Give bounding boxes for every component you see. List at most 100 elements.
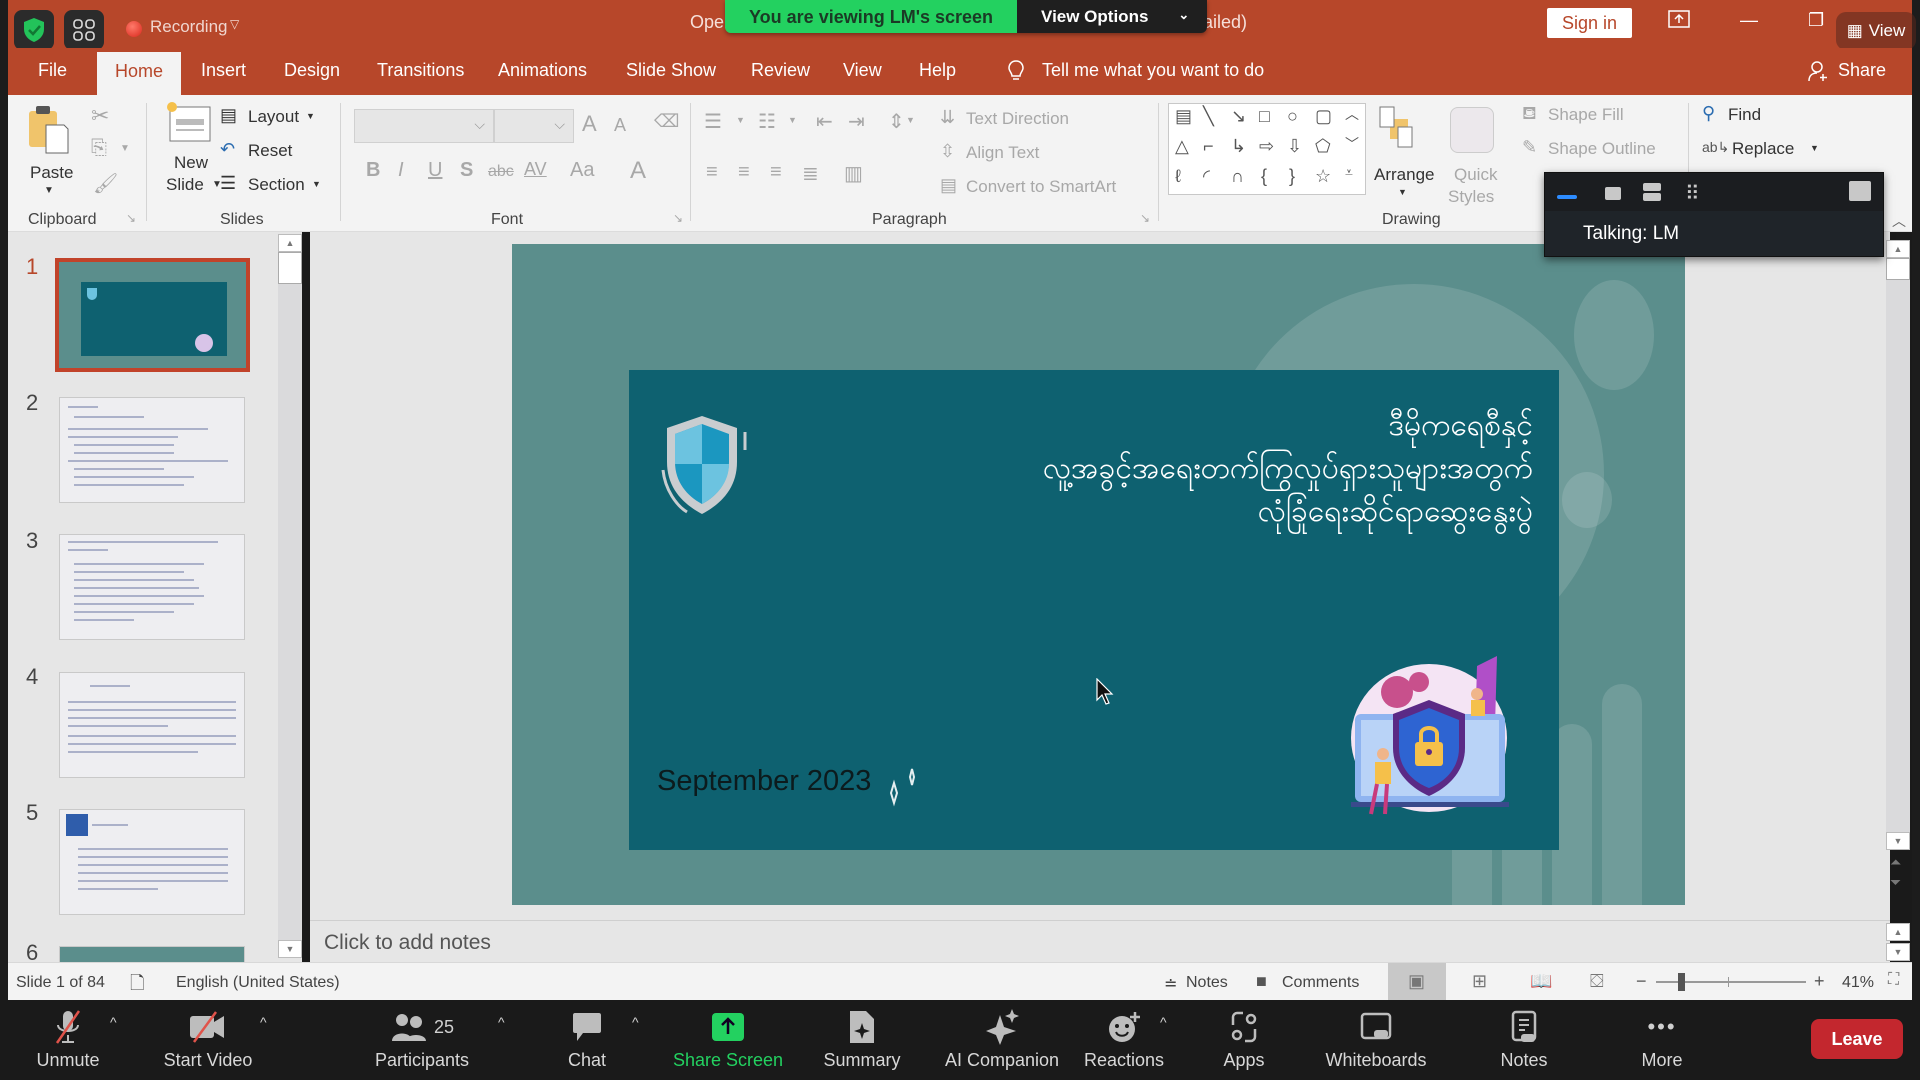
- arrow-line-shape-icon[interactable]: ↘: [1231, 106, 1246, 127]
- participants-options-caret-icon[interactable]: ^: [498, 1014, 505, 1030]
- tell-me-search[interactable]: Tell me what you want to do: [1008, 60, 1264, 87]
- participants-button[interactable]: 25 Participants: [362, 1008, 482, 1071]
- italic-button[interactable]: I: [398, 159, 404, 182]
- video-options-caret-icon[interactable]: ^: [260, 1014, 267, 1030]
- zoom-percent[interactable]: 41%: [1842, 974, 1874, 992]
- justify-button[interactable]: ≣: [802, 161, 819, 186]
- convert-smartart-button[interactable]: ▤ Convert to SmartArt: [940, 175, 1150, 201]
- slide-scrollbar[interactable]: ▲ ▼: [1886, 240, 1910, 850]
- gallery-more-icon[interactable]: ⩡: [1345, 164, 1353, 181]
- reset-button[interactable]: ↶ Reset: [220, 139, 320, 165]
- clear-formatting-icon[interactable]: ⌫: [654, 111, 679, 132]
- underline-button[interactable]: U: [428, 159, 442, 182]
- language-indicator[interactable]: English (United States): [176, 974, 340, 992]
- shape-outline-button[interactable]: ✎ Shape Outline: [1522, 137, 1672, 163]
- right-arrow-shape-icon[interactable]: ⇨: [1259, 136, 1274, 157]
- new-slide-button[interactable]: New Slide ▼: [166, 101, 226, 211]
- oval-shape-icon[interactable]: ○: [1287, 106, 1298, 127]
- section-button[interactable]: ☰ Section ▼: [220, 173, 330, 199]
- comments-toggle-button[interactable]: ■ Comments: [1256, 963, 1366, 1001]
- notes-pane[interactable]: Click to add notes ▲ ▼: [310, 920, 1910, 962]
- cut-icon[interactable]: ✂: [91, 103, 109, 129]
- chat-button[interactable]: Chat: [527, 1008, 647, 1071]
- zoom-security-button[interactable]: [14, 10, 54, 50]
- columns-button[interactable]: ▥: [844, 161, 863, 186]
- font-launcher-icon[interactable]: ↘: [673, 211, 683, 225]
- shrink-font-button[interactable]: A: [614, 115, 626, 136]
- line-spacing-button[interactable]: ⇕: [888, 109, 905, 134]
- copy-dropdown-icon[interactable]: ▼: [120, 143, 130, 154]
- notes-scroll-down-icon[interactable]: ▼: [1886, 943, 1910, 961]
- slide-date[interactable]: September 2023: [657, 765, 871, 798]
- share-screen-button[interactable]: Share Screen: [668, 1008, 788, 1071]
- star-shape-icon[interactable]: ☆: [1315, 166, 1331, 187]
- scroll-up-icon[interactable]: ▲: [278, 234, 302, 252]
- gallery-scroll-down-icon[interactable]: ﹀: [1345, 134, 1359, 154]
- ai-companion-button[interactable]: AI Companion: [932, 1008, 1072, 1071]
- font-size-combobox[interactable]: ⌵: [494, 109, 574, 143]
- numbering-dropdown-icon[interactable]: ▼: [788, 115, 797, 125]
- zoom-out-icon[interactable]: −: [1636, 971, 1647, 992]
- view-options-button[interactable]: View Options ⌄: [1017, 0, 1208, 33]
- recording-label[interactable]: Recording: [150, 17, 228, 37]
- pop-out-icon[interactable]: [1849, 181, 1871, 201]
- zoom-slider[interactable]: [1656, 973, 1806, 991]
- triangle-shape-icon[interactable]: △: [1175, 136, 1189, 157]
- slide-show-view-icon[interactable]: ⛋: [1590, 971, 1604, 992]
- change-case-button[interactable]: Aa: [570, 159, 594, 182]
- text-direction-button[interactable]: ⇊ Text Direction: [940, 107, 1100, 133]
- text-shadow-button[interactable]: S: [460, 159, 473, 182]
- tab-help[interactable]: Help: [919, 60, 956, 81]
- elbow-arrow-shape-icon[interactable]: ↳: [1231, 136, 1246, 157]
- replace-button[interactable]: ab↳ Replace ▼: [1702, 137, 1832, 163]
- slide-thumbnail-1[interactable]: [55, 258, 250, 372]
- gallery-scroll-up-icon[interactable]: ︿: [1345, 104, 1359, 124]
- notes-button[interactable]: Notes: [1464, 1008, 1584, 1071]
- text-box-shape-icon[interactable]: ▤: [1175, 106, 1192, 127]
- share-button[interactable]: Share: [1808, 60, 1886, 87]
- next-slide-icon[interactable]: ⏷: [1890, 874, 1901, 891]
- speaker-view-icon[interactable]: [1605, 187, 1621, 200]
- paragraph-launcher-icon[interactable]: ↘: [1140, 211, 1150, 225]
- right-brace-shape-icon[interactable]: }: [1289, 166, 1295, 187]
- arrange-button[interactable]: Arrange ▼: [1374, 105, 1438, 215]
- quick-styles-button[interactable]: Quick Styles: [1444, 105, 1504, 215]
- zoom-slider-handle[interactable]: [1678, 973, 1685, 991]
- format-painter-icon[interactable]: 🖌: [93, 171, 118, 196]
- tab-slide-show[interactable]: Slide Show: [626, 60, 716, 81]
- slide-title[interactable]: ဒီမိုကရေစီနှင့် လူ့အခွင့်အရေးတက်ကြွလှုပ်…: [1043, 404, 1533, 533]
- slide-thumbnail-3[interactable]: [59, 534, 245, 640]
- zoom-in-icon[interactable]: +: [1814, 971, 1825, 992]
- notes-toggle-button[interactable]: ≐ Notes: [1164, 963, 1244, 1001]
- grow-font-button[interactable]: A: [582, 111, 597, 137]
- tab-home[interactable]: Home: [97, 52, 182, 95]
- slide-sorter-view-icon[interactable]: ⊞: [1472, 971, 1487, 992]
- layout-button[interactable]: ▤ Layout ▼: [220, 105, 320, 131]
- slide-canvas[interactable]: ဒီမိုကရေစီနှင့် လူ့အခွင့်အရေးတက်ကြွလှုပ်…: [512, 244, 1685, 905]
- minimize-icon[interactable]: —: [1740, 10, 1758, 31]
- scroll-up-icon[interactable]: ▲: [1886, 240, 1910, 258]
- arc-shape-icon[interactable]: ◜: [1203, 166, 1210, 187]
- sign-in-button[interactable]: Sign in: [1547, 8, 1632, 38]
- increase-indent-button[interactable]: ⇥: [848, 109, 865, 134]
- tab-insert[interactable]: Insert: [201, 60, 246, 81]
- ribbon-display-options-icon[interactable]: [1668, 10, 1690, 33]
- align-right-button[interactable]: ≡: [770, 161, 782, 184]
- tab-view[interactable]: View: [843, 60, 882, 81]
- recording-chevron-icon[interactable]: ▽: [230, 17, 239, 31]
- collapse-ribbon-icon[interactable]: ︿: [1892, 211, 1906, 231]
- rectangle-shape-icon[interactable]: □: [1259, 106, 1270, 127]
- summary-button[interactable]: Summary: [802, 1008, 922, 1071]
- thumbnails-scrollbar[interactable]: ▲ ▼: [278, 234, 302, 958]
- spell-check-icon[interactable]: 🗋: [130, 971, 144, 1001]
- leave-meeting-button[interactable]: Leave: [1811, 1019, 1903, 1059]
- line-spacing-dropdown-icon[interactable]: ▼: [906, 115, 915, 125]
- notes-scroll-up-icon[interactable]: ▲: [1886, 923, 1910, 941]
- tab-file[interactable]: File: [38, 60, 67, 81]
- line-shape-icon[interactable]: ╲: [1203, 106, 1214, 127]
- slide-thumbnail-2[interactable]: [59, 397, 245, 503]
- character-spacing-button[interactable]: AV: [524, 159, 547, 180]
- stacked-view-icon[interactable]: [1643, 183, 1661, 201]
- whiteboards-button[interactable]: Whiteboards: [1316, 1008, 1436, 1071]
- reading-view-icon[interactable]: 📖: [1530, 971, 1552, 992]
